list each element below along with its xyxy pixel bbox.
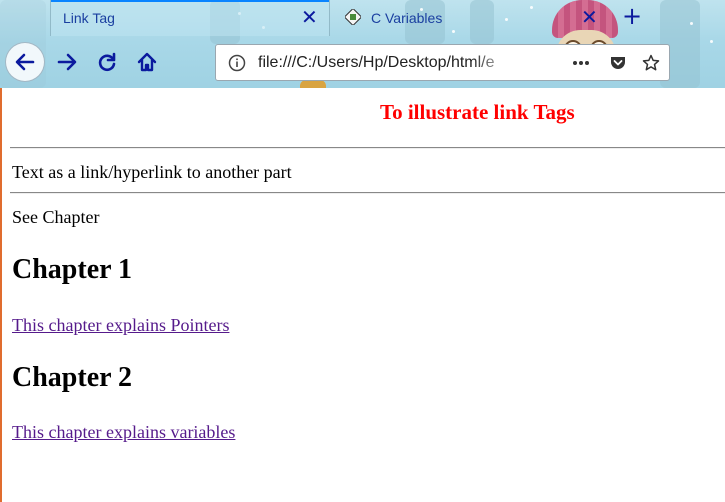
tab-title: C Variables [371,10,443,26]
theme-leaf [300,80,326,88]
forward-button[interactable] [49,44,85,80]
horizontal-rule [10,147,725,149]
forward-arrow-icon [57,53,77,71]
back-button[interactable] [5,42,45,82]
chapter-2-link[interactable]: This chapter explains variables [12,422,235,443]
page-content: To illustrate link Tags Text as a link/h… [0,88,725,502]
close-tab-icon[interactable]: ✕ [301,6,318,28]
page-heading: To illustrate link Tags [380,100,575,124]
back-arrow-icon [15,53,35,71]
tab-c-variables[interactable]: C Variables ✕ [331,0,611,36]
bookmark-star-icon[interactable] [642,54,660,72]
snowflake [710,40,713,43]
info-icon[interactable] [228,54,246,72]
pocket-icon[interactable] [609,54,627,72]
see-chapter-text: See Chapter [12,207,100,227]
url-text[interactable]: file:///C:/Users/Hp/Desktop/html/e [258,54,518,72]
home-button[interactable] [129,44,165,80]
page-actions-icon[interactable] [572,54,590,72]
intro-text: Text as a link/hyperlink to another part [12,162,292,182]
horizontal-rule [10,192,725,194]
snowflake [690,22,693,25]
tab-link-tag[interactable]: Link Tag ✕ [50,0,330,36]
close-tab-icon[interactable]: ✕ [581,6,598,28]
browser-chrome: Link Tag ✕ C Variables ✕ + file:///C:/Us… [0,0,725,88]
tab-title: Link Tag [63,10,115,26]
home-icon [137,52,157,72]
browser-window: Link Tag ✕ C Variables ✕ + file:///C:/Us… [0,0,725,502]
favicon-icon [345,9,361,25]
chapter-1-heading: Chapter 1 [12,254,133,285]
reload-button[interactable] [89,44,125,80]
chapter-1-link[interactable]: This chapter explains Pointers [12,315,229,336]
address-bar[interactable]: file:///C:/Users/Hp/Desktop/html/e [215,44,670,81]
chapter-2-heading: Chapter 2 [12,362,133,393]
new-tab-icon[interactable]: + [622,3,642,29]
reload-icon [98,52,116,72]
